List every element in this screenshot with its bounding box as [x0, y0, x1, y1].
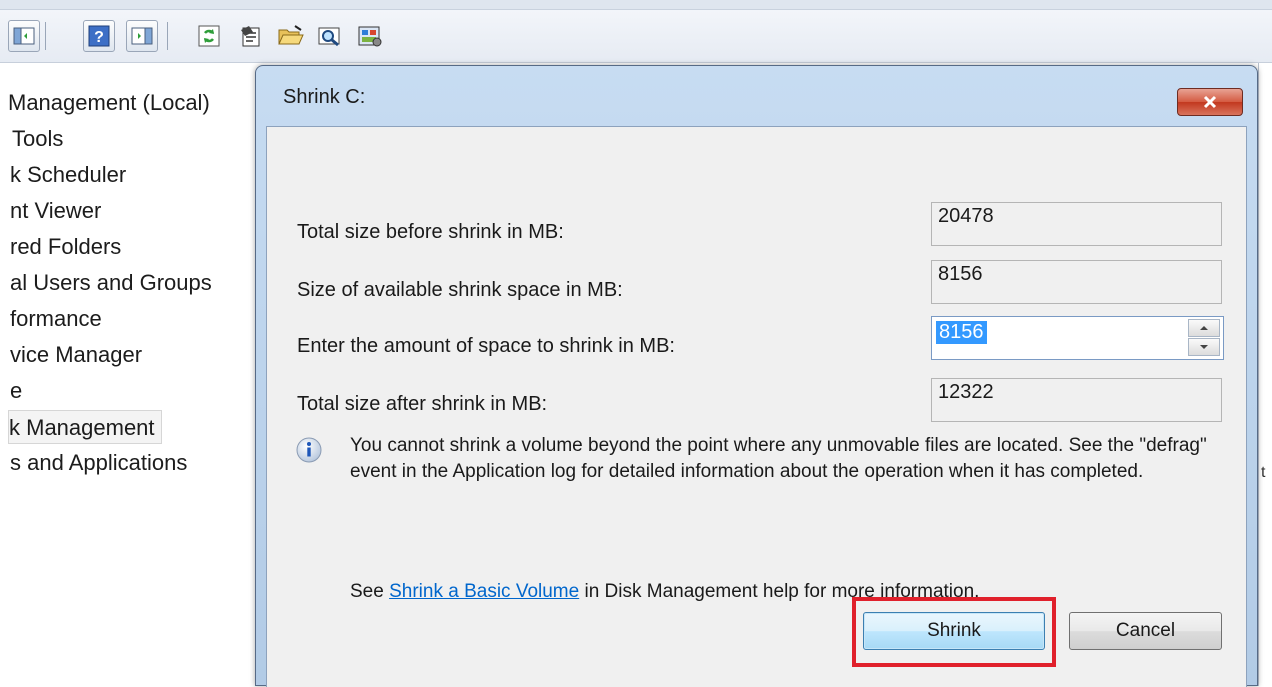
tree-item-device-manager[interactable]: vice Manager: [10, 338, 142, 372]
close-button[interactable]: [1177, 88, 1243, 116]
tree-item-disk-management[interactable]: k Management: [8, 410, 162, 444]
background-results-pane: t: [1258, 63, 1272, 686]
tree-item-shared-folders[interactable]: red Folders: [10, 230, 121, 264]
results-pane-text: t: [1261, 464, 1266, 481]
available-shrink-space-label: Size of available shrink space in MB:: [297, 279, 623, 301]
total-size-after-label: Total size after shrink in MB:: [297, 393, 548, 415]
dialog-title: Shrink C:: [283, 86, 366, 108]
close-icon: [1203, 95, 1217, 109]
properties-icon[interactable]: [236, 20, 268, 52]
shrink-dialog: Shrink C: Total size before shrink in MB…: [255, 65, 1258, 687]
console-tree: Management (Local) Tools k Scheduler nt …: [0, 63, 255, 686]
refresh-icon[interactable]: [193, 20, 225, 52]
tree-item-local-users-and-groups[interactable]: al Users and Groups: [10, 266, 212, 300]
cancel-button[interactable]: Cancel: [1069, 612, 1222, 650]
tree-item-services-and-applications[interactable]: s and Applications: [10, 446, 187, 480]
toolbar: ?: [0, 0, 1272, 63]
available-shrink-space-value: 8156: [931, 260, 1222, 304]
shrink-basic-volume-link[interactable]: Shrink a Basic Volume: [389, 581, 579, 602]
tree-item-computer-management[interactable]: Management (Local): [8, 86, 210, 120]
chevron-down-icon: [1200, 345, 1208, 349]
show-hide-action-pane-icon[interactable]: [126, 20, 158, 52]
spin-down-button[interactable]: [1188, 338, 1220, 356]
dialog-client-area: Total size before shrink in MB: 20478 Si…: [266, 126, 1247, 687]
search-icon[interactable]: [314, 20, 346, 52]
info-message: You cannot shrink a volume beyond the po…: [350, 435, 1207, 482]
tree-item-task-scheduler[interactable]: k Scheduler: [10, 158, 126, 192]
chevron-up-icon: [1200, 326, 1208, 330]
total-size-before-label: Total size before shrink in MB:: [297, 221, 564, 243]
shrink-button[interactable]: Shrink: [863, 612, 1045, 650]
tree-item-system-tools[interactable]: Tools: [12, 122, 63, 156]
disk-management-icon[interactable]: [354, 20, 386, 52]
tree-item-event-viewer[interactable]: nt Viewer: [10, 194, 101, 228]
toolbar-separator: [45, 22, 46, 50]
shrink-amount-stepper[interactable]: 8156: [931, 316, 1224, 360]
shrink-amount-label: Enter the amount of space to shrink in M…: [297, 335, 675, 357]
total-size-before-value: 20478: [931, 202, 1222, 246]
toolbar-separator: [167, 22, 168, 50]
tree-item-performance[interactable]: formance: [10, 302, 102, 336]
total-size-after-value: 12322: [931, 378, 1222, 422]
spin-up-button[interactable]: [1188, 319, 1220, 337]
help-prefix: See: [350, 581, 390, 602]
info-icon: [296, 437, 322, 463]
svg-text:?: ?: [94, 29, 104, 46]
toolbar-top-strip: [0, 0, 1272, 10]
show-hide-console-tree-icon[interactable]: [8, 20, 40, 52]
open-folder-icon[interactable]: [275, 20, 307, 52]
shrink-amount-input[interactable]: 8156: [936, 321, 987, 344]
help-icon[interactable]: ?: [83, 20, 115, 52]
tree-item-storage[interactable]: e: [10, 374, 22, 408]
